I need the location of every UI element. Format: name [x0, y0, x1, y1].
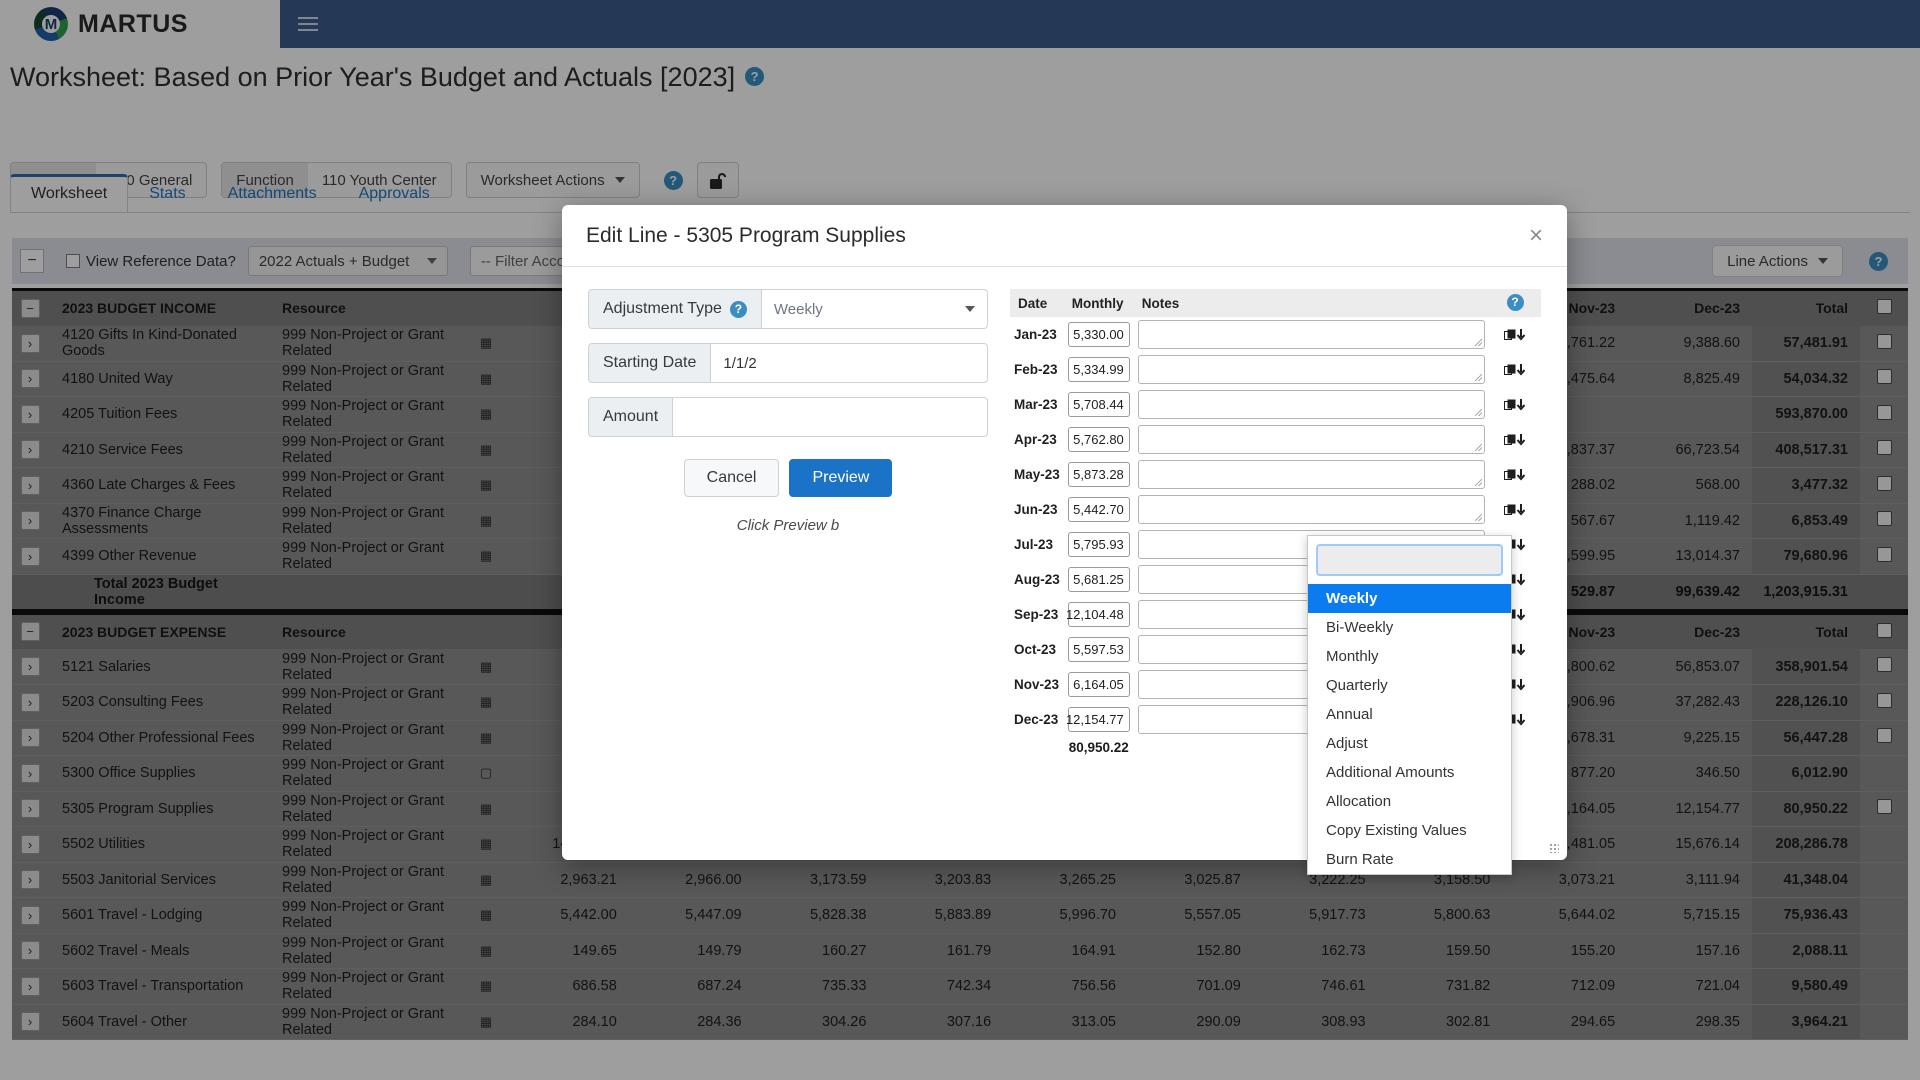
month-note-input[interactable] [1138, 320, 1485, 349]
chevron-down-icon [965, 306, 975, 312]
month-label: Jul-23 [1010, 527, 1064, 562]
month-amount-input[interactable]: 5,762.80 [1068, 427, 1130, 452]
dropdown-option-monthly[interactable]: Monthly [1308, 642, 1511, 671]
copy-down-icon[interactable] [1493, 433, 1537, 447]
dropdown-option-bi-weekly[interactable]: Bi-Weekly [1308, 613, 1511, 642]
monthly-row: Apr-23 5,762.80 [1010, 422, 1541, 457]
month-amount-input[interactable]: 12,104.48 [1068, 602, 1130, 627]
monthly-sum-value: 80,950.22 [1064, 737, 1134, 758]
header-copy-help: ? [1489, 289, 1541, 317]
edit-line-modal: Edit Line - 5305 Program Supplies × Adju… [562, 205, 1567, 860]
month-amount-input[interactable]: 5,597.53 [1068, 637, 1130, 662]
monthly-row: May-23 5,873.28 [1010, 457, 1541, 492]
month-note-input[interactable] [1138, 355, 1485, 384]
month-label: May-23 [1010, 457, 1064, 492]
adjustment-type-label: Adjustment Type [603, 300, 722, 318]
modal-header: Edit Line - 5305 Program Supplies × [562, 205, 1567, 267]
copy-down-icon[interactable] [1493, 363, 1537, 377]
amount-label-cell: Amount [588, 397, 672, 437]
month-amount-input[interactable]: 5,442.70 [1068, 497, 1130, 522]
amount-input[interactable] [672, 397, 988, 437]
month-note-input[interactable] [1138, 460, 1485, 489]
monthly-row: Jan-23 5,330.00 [1010, 317, 1541, 352]
month-label: Aug-23 [1010, 562, 1064, 597]
dropdown-option-annual[interactable]: Annual [1308, 700, 1511, 729]
month-note-input[interactable] [1138, 390, 1485, 419]
dropdown-option-additional-amounts[interactable]: Additional Amounts [1308, 758, 1511, 787]
copy-down-icon[interactable] [1493, 503, 1537, 517]
header-date: Date [1010, 289, 1064, 317]
month-amount-input[interactable]: 5,681.25 [1068, 567, 1130, 592]
dropdown-option-copy-existing-values[interactable]: Copy Existing Values [1308, 816, 1511, 845]
dropdown-option-adjust[interactable]: Adjust [1308, 729, 1511, 758]
month-label: Jan-23 [1010, 317, 1064, 352]
month-label: Nov-23 [1010, 667, 1064, 702]
month-amount-input[interactable]: 5,708.44 [1068, 392, 1130, 417]
month-label: Apr-23 [1010, 422, 1064, 457]
month-note-input[interactable] [1138, 495, 1485, 524]
month-amount-input[interactable]: 5,795.93 [1068, 532, 1130, 557]
adjustment-type-row: Adjustment Type ? Weekly [588, 289, 988, 329]
month-label: Oct-23 [1010, 632, 1064, 667]
starting-date-value: 1/1/2 [723, 355, 756, 372]
modal-title: Edit Line - 5305 Program Supplies [586, 224, 906, 248]
month-amount-input[interactable]: 6,164.05 [1068, 672, 1130, 697]
dropdown-option-allocation[interactable]: Allocation [1308, 787, 1511, 816]
month-amount-input[interactable]: 5,873.28 [1068, 462, 1130, 487]
dropdown-search-input[interactable] [1316, 544, 1503, 576]
modal-button-row: Cancel Preview [588, 459, 988, 497]
adjustment-type-select[interactable]: Weekly [761, 289, 988, 329]
copy-down-icon[interactable] [1493, 328, 1537, 342]
month-label: Mar-23 [1010, 387, 1064, 422]
monthly-row: Mar-23 5,708.44 [1010, 387, 1541, 422]
adjustment-type-dropdown: Weekly Bi-Weekly Monthly Quarterly Annua… [1307, 535, 1512, 875]
preview-button[interactable]: Preview [789, 459, 892, 497]
copy-down-icon[interactable] [1493, 468, 1537, 482]
month-label: Jun-23 [1010, 492, 1064, 527]
amount-row: Amount [588, 397, 988, 437]
month-amount-input[interactable]: 5,330.00 [1068, 322, 1130, 347]
adjustment-type-value: Weekly [774, 301, 823, 318]
dropdown-option-quarterly[interactable]: Quarterly [1308, 671, 1511, 700]
starting-date-row: Starting Date 1/1/2 [588, 343, 988, 383]
close-icon[interactable]: × [1529, 224, 1543, 248]
month-amount-input[interactable]: 5,334.99 [1068, 357, 1130, 382]
header-notes: Notes [1134, 289, 1489, 317]
monthly-table-header-row: Date Monthly Notes ? [1010, 289, 1541, 317]
copy-help-icon[interactable]: ? [1507, 294, 1524, 311]
starting-date-input[interactable]: 1/1/2 [710, 343, 988, 383]
dropdown-option-weekly[interactable]: Weekly [1308, 584, 1511, 613]
month-label: Dec-23 [1010, 702, 1064, 737]
adjustment-type-help-icon[interactable]: ? [730, 301, 747, 318]
header-monthly: Monthly [1064, 289, 1134, 317]
modal-form-pane: Adjustment Type ? Weekly Starting Date 1… [588, 289, 988, 859]
amount-label: Amount [603, 408, 658, 426]
monthly-row: Feb-23 5,334.99 [1010, 352, 1541, 387]
starting-date-label-cell: Starting Date [588, 343, 710, 383]
month-amount-input[interactable]: 12,154.77 [1068, 707, 1130, 732]
starting-date-label: Starting Date [603, 354, 696, 372]
adjustment-type-label-cell: Adjustment Type ? [588, 289, 761, 329]
copy-down-icon[interactable] [1493, 398, 1537, 412]
modal-resize-handle[interactable] [1549, 843, 1559, 853]
dropdown-option-burn-rate[interactable]: Burn Rate [1308, 845, 1511, 874]
cancel-button[interactable]: Cancel [684, 459, 780, 497]
month-label: Feb-23 [1010, 352, 1064, 387]
month-label: Sep-23 [1010, 597, 1064, 632]
month-note-input[interactable] [1138, 425, 1485, 454]
monthly-row: Jun-23 5,442.70 [1010, 492, 1541, 527]
preview-hint: Click Preview b [588, 517, 988, 534]
